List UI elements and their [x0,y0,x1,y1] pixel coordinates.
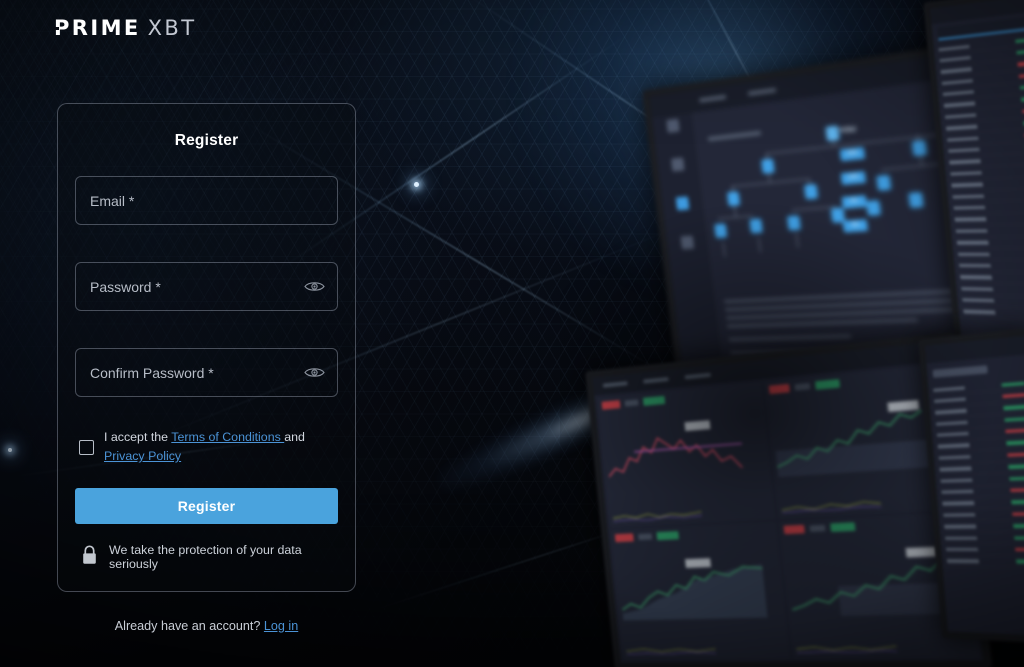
register-card: Register Email * I accept the Terms of C… [57,103,356,592]
confirm-password-input[interactable] [76,349,337,396]
password-input[interactable] [76,263,337,310]
padlock-icon [81,544,98,570]
terms-acceptance-row: I accept the Terms of Conditions and Pri… [75,428,338,466]
page-title: Register [174,132,239,149]
logo-secondary-text: XBT [147,16,197,40]
eye-icon[interactable] [304,366,325,380]
register-button[interactable]: Register [75,488,338,524]
primexbt-logo[interactable]: PRIME XBT [53,16,197,40]
privacy-policy-link[interactable]: Privacy Policy [104,449,181,463]
eye-icon[interactable] [304,280,325,294]
terms-middle: and [284,430,305,444]
terms-prefix: I accept the [104,430,172,444]
terms-label: I accept the Terms of Conditions and Pri… [104,428,338,466]
terms-of-conditions-link[interactable]: Terms of Conditions [171,430,284,444]
register-page: YOU 20% 10% 6% 3% PRIME XBT Register Ema… [0,0,1024,667]
login-prompt: Already have an account? Log in [57,619,356,633]
security-note-row: We take the protection of your data seri… [75,543,338,571]
security-note-text: We take the protection of your data seri… [109,543,302,571]
login-prompt-text: Already have an account? [114,619,261,633]
email-field-wrapper[interactable] [75,176,338,225]
logo-primary-text: PRIME [53,16,141,40]
log-in-link[interactable]: Log in [264,619,298,633]
confirm-password-field-wrapper[interactable] [75,348,338,397]
email-input[interactable] [76,177,337,224]
password-field-wrapper[interactable] [75,262,338,311]
terms-checkbox[interactable] [79,439,94,455]
